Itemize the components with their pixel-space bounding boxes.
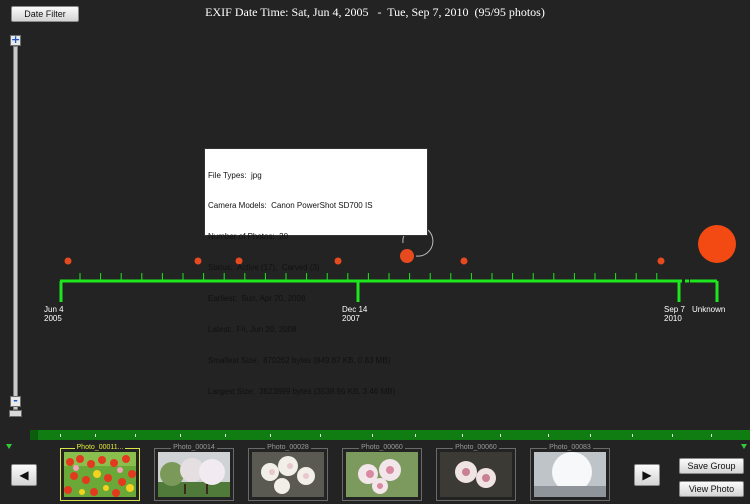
filmstrip-mark bbox=[500, 434, 501, 437]
photo-thumbnail-image bbox=[252, 452, 324, 497]
event-tooltip: File Types: jpg Camera Models: Canon Pow… bbox=[204, 148, 428, 396]
thumbnail[interactable]: Photo_00011... bbox=[60, 444, 140, 501]
filmstrip-mark bbox=[60, 434, 61, 437]
filmstrip-mark bbox=[135, 434, 136, 437]
tooltip-line: Latest: Fri, Jun 20, 2008 bbox=[208, 325, 297, 335]
thumbnail-label: Photo_00083 bbox=[547, 444, 593, 451]
tooltip-line: File Types: jpg bbox=[208, 170, 262, 180]
filmstrip-mark bbox=[590, 434, 591, 437]
thumbnail-label: Photo_00028 bbox=[265, 444, 311, 451]
thumbnail-label: Photo_00060 bbox=[359, 444, 405, 451]
filmstrip-mark bbox=[462, 434, 463, 437]
filmstrip-mark bbox=[548, 434, 549, 437]
filmstrip-mark bbox=[95, 434, 96, 437]
thumbnail[interactable]: Photo_00028 bbox=[248, 444, 328, 501]
tooltip-line: Smallest Size: 870262 bytes (849.87 KB, … bbox=[208, 355, 391, 365]
view-photo-button[interactable]: View Photo bbox=[679, 481, 744, 497]
tooltip-line: Camera Models: Canon PowerShot SD700 IS bbox=[208, 201, 373, 211]
photo-thumbnail-image bbox=[158, 452, 230, 497]
photo-thumbnail-image bbox=[64, 452, 136, 497]
thumbnail-label: Photo_00014 bbox=[171, 444, 217, 451]
filmstrip-mark bbox=[372, 434, 373, 437]
previous-page-button[interactable]: ◀ bbox=[11, 464, 37, 486]
tooltip-line: Number of Photos: 20 bbox=[208, 232, 289, 242]
next-page-button[interactable]: ▶ bbox=[634, 464, 660, 486]
filmstrip-right-marker-icon bbox=[741, 444, 747, 449]
filmstrip-mark bbox=[415, 434, 416, 437]
timeline-label-unknown: Unknown bbox=[692, 305, 726, 314]
tooltip-line: Largest Size: 3623899 bytes (3538.96 KB,… bbox=[208, 386, 396, 396]
filmstrip-mark bbox=[632, 434, 633, 437]
filmstrip-scrollbar-thumb[interactable] bbox=[30, 430, 38, 440]
thumbnail[interactable]: Photo_00083 bbox=[530, 444, 610, 501]
thumbnail[interactable]: Photo_00014 bbox=[154, 444, 234, 501]
filmstrip-mark bbox=[711, 434, 712, 437]
right-triangle-icon: ▶ bbox=[642, 468, 652, 482]
event-marker[interactable] bbox=[194, 257, 202, 265]
filmstrip-mark bbox=[270, 434, 271, 437]
save-group-button[interactable]: Save Group bbox=[679, 458, 744, 474]
event-marker[interactable] bbox=[64, 257, 72, 265]
thumbnail-label: Photo_00060 bbox=[453, 444, 499, 451]
filmstrip-mark bbox=[320, 434, 321, 437]
timeline-label-end: Sep 7 2010 bbox=[664, 305, 685, 323]
filmstrip-scrollbar-track[interactable] bbox=[30, 430, 750, 440]
timeline-label-start: Jun 4 2005 bbox=[44, 305, 64, 323]
photo-thumbnail-image bbox=[346, 452, 418, 497]
event-marker[interactable] bbox=[657, 257, 665, 265]
tooltip-line: Status: Active (17), Carved (3) bbox=[208, 263, 320, 273]
event-marker[interactable] bbox=[460, 257, 468, 265]
filmstrip-mark bbox=[672, 434, 673, 437]
thumbnail-label: Photo_00011... bbox=[74, 444, 126, 451]
event-marker-unknown[interactable] bbox=[698, 225, 736, 263]
thumbnail[interactable]: Photo_00060 bbox=[342, 444, 422, 501]
filmstrip-mark bbox=[180, 434, 181, 437]
filmstrip-mark bbox=[225, 434, 226, 437]
thumbnail[interactable]: Photo_00060 bbox=[436, 444, 516, 501]
photo-thumbnail-image bbox=[534, 452, 606, 497]
left-triangle-icon: ◀ bbox=[19, 468, 29, 482]
photo-thumbnail-image bbox=[440, 452, 512, 497]
filmstrip-left-marker-icon bbox=[6, 444, 12, 449]
tooltip-line: Earliest: Sun, Apr 20, 2008 bbox=[208, 294, 306, 304]
